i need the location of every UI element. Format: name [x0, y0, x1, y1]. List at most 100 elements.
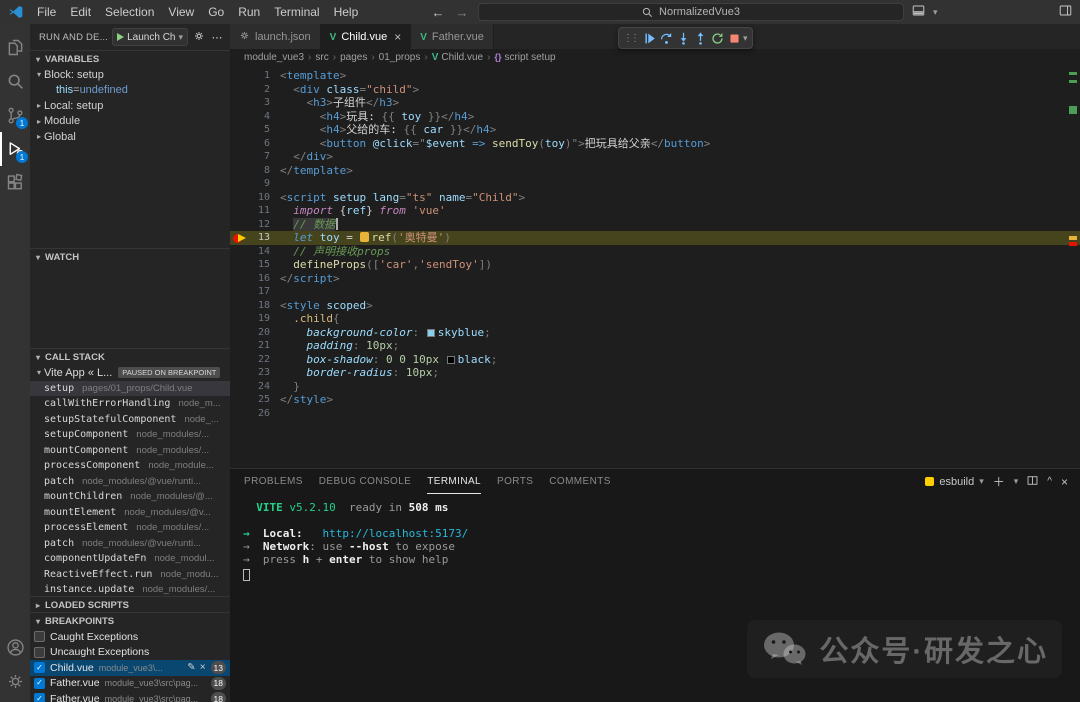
stack-frame[interactable]: instance.updatenode_modules/... [30, 582, 230, 596]
menu-view[interactable]: View [161, 5, 201, 19]
breadcrumb-label: Child.vue [441, 52, 483, 63]
menu-help[interactable]: Help [327, 5, 366, 19]
stack-frame[interactable]: processComponentnode_module... [30, 458, 230, 474]
close-panel-icon[interactable]: × [1061, 475, 1068, 489]
continue-button[interactable] [641, 29, 657, 47]
remove-breakpoint-icon[interactable]: × [200, 662, 206, 673]
line-number: 14 [246, 245, 270, 259]
menu-run[interactable]: Run [231, 5, 267, 19]
step-into-button[interactable] [675, 29, 691, 47]
step-out-button[interactable] [692, 29, 708, 47]
loaded-scripts-header[interactable]: ▸ LOADED SCRIPTS [30, 597, 230, 612]
back-arrow-icon[interactable]: ← [430, 5, 446, 20]
stack-frame[interactable]: setupComponentnode_modules/... [30, 427, 230, 443]
breadcrumb-item[interactable]: src [315, 52, 328, 63]
edit-breakpoint-icon[interactable]: ✎ [187, 662, 195, 673]
layout-icon[interactable] [1059, 4, 1072, 20]
panel-tab-debug-console[interactable]: DEBUG CONSOLE [319, 469, 411, 494]
menu-go[interactable]: Go [201, 5, 231, 19]
panel-tab-terminal[interactable]: TERMINAL [427, 469, 481, 494]
variable-scope[interactable]: ▸Global [30, 129, 230, 145]
call-stack-header[interactable]: ▾ CALL STACK [30, 349, 230, 365]
tab-father-vue[interactable]: VFather.vue [411, 24, 494, 49]
breakpoint-checkbox[interactable] [34, 631, 45, 642]
sidebar-item-explorer[interactable] [0, 30, 30, 64]
stack-frame[interactable]: patchnode_modules/@vue/runti... [30, 474, 230, 490]
terminal-process[interactable]: esbuild ▾ [925, 476, 983, 488]
variable-scope[interactable]: ▾Block: setup [30, 67, 230, 83]
stack-frame[interactable]: callWithErrorHandlingnode_m... [30, 396, 230, 412]
watch-header[interactable]: ▾ WATCH [30, 249, 230, 265]
variable-scope[interactable]: ▸Module [30, 114, 230, 130]
forward-arrow-icon[interactable]: → [454, 5, 470, 20]
debug-session-chevron-icon[interactable]: ▾ [743, 33, 748, 44]
variables-header[interactable]: ▾ VARIABLES [30, 51, 230, 67]
terminal-dropdown-icon[interactable]: ▾ [1014, 476, 1019, 487]
overview-ruler[interactable] [1067, 66, 1080, 468]
close-icon[interactable]: × [394, 30, 401, 44]
breakpoint-row[interactable]: Caught Exceptions [30, 629, 230, 645]
maximize-panel-icon[interactable]: ^ [1047, 476, 1052, 487]
panel-tab-ports[interactable]: PORTS [497, 469, 533, 494]
stack-frame[interactable]: ReactiveEffect.runnode_modu... [30, 567, 230, 583]
variable-scope[interactable]: ▸Local: setup [30, 98, 230, 114]
variable-name: this [56, 84, 73, 96]
code-line: 16</script> [230, 272, 1080, 286]
stack-frame[interactable]: mountElementnode_modules/@v... [30, 505, 230, 521]
start-debug-icon[interactable] [117, 33, 124, 41]
panel-tab-problems[interactable]: PROBLEMS [244, 469, 303, 494]
stop-button[interactable] [726, 29, 742, 47]
account-button[interactable] [0, 630, 30, 664]
sidebar-item-search[interactable] [0, 64, 30, 98]
restart-button[interactable] [709, 29, 725, 47]
tab-launch-json[interactable]: launch.json [230, 24, 321, 49]
stack-frame[interactable]: mountComponentnode_modules/... [30, 443, 230, 459]
breakpoint-checkbox[interactable]: ✓ [34, 693, 45, 702]
breakpoint-row[interactable]: Uncaught Exceptions [30, 645, 230, 661]
breakpoint-checkbox[interactable]: ✓ [34, 662, 45, 673]
breakpoints-header[interactable]: ▾ BREAKPOINTS [30, 613, 230, 629]
breakpoint-checkbox[interactable] [34, 647, 45, 658]
tab-child-vue[interactable]: VChild.vue× [321, 24, 412, 49]
chevron-right-icon: ▸ [34, 101, 44, 110]
debug-settings-gear-icon[interactable] [192, 30, 206, 45]
breadcrumb-item[interactable]: {}script setup [494, 52, 555, 63]
launch-config-dropdown[interactable]: Launch Ch ▾ [112, 28, 188, 46]
breadcrumb-item[interactable]: 01_props [379, 52, 421, 63]
breadcrumb-item[interactable]: VChild.vue [432, 52, 483, 63]
breadcrumb-item[interactable]: module_vue3 [244, 52, 304, 63]
stack-frame[interactable]: patchnode_modules/@vue/runti... [30, 536, 230, 552]
settings-button[interactable] [0, 664, 30, 698]
stack-frame[interactable]: processElementnode_modules/... [30, 520, 230, 536]
stack-frame[interactable]: setuppages/01_props/Child.vue [30, 381, 230, 397]
sidebar-item-extensions[interactable] [0, 166, 30, 200]
menu-edit[interactable]: Edit [63, 5, 98, 19]
menu-file[interactable]: File [30, 5, 63, 19]
step-over-button[interactable] [658, 29, 674, 47]
panel-layout-icon[interactable] [912, 4, 925, 20]
split-terminal-icon[interactable] [1027, 475, 1038, 489]
sidebar-item-source-control[interactable]: 1 [0, 98, 30, 132]
stack-frame[interactable]: setupStatefulComponentnode_... [30, 412, 230, 428]
stack-frame[interactable]: mountChildrennode_modules/@... [30, 489, 230, 505]
drag-handle-icon[interactable]: ⋮⋮ [623, 33, 637, 44]
breakpoint-row[interactable]: ✓Father.vuemodule_vue3\src\pag...18 [30, 676, 230, 692]
vue-icon: V [432, 52, 439, 63]
panel-tab-comments[interactable]: COMMENTS [549, 469, 611, 494]
stack-frame[interactable]: componentUpdateFnnode_modul... [30, 551, 230, 567]
breakpoint-row[interactable]: ✓Father.vuemodule_vue3\src\pag...18 [30, 691, 230, 702]
command-center[interactable]: NormalizedVue3 [478, 3, 904, 21]
code-editor[interactable]: 1<template>2 <div class="child">3 <h3>子组… [230, 66, 1080, 468]
terminal-output[interactable]: VITE v5.2.10 ready in 508 ms→ Local: htt… [230, 494, 1080, 581]
sidebar-item-run-debug[interactable]: 1 [0, 132, 30, 166]
breadcrumb-item[interactable]: pages [340, 52, 367, 63]
new-terminal-icon[interactable]: ＋ [993, 473, 1005, 490]
menu-terminal[interactable]: Terminal [267, 5, 326, 19]
breakpoint-row[interactable]: ✓Child.vuemodule_vue3\...✎×13 [30, 660, 230, 676]
layout-dropdown-icon[interactable]: ▾ [933, 7, 938, 18]
breakpoint-checkbox[interactable]: ✓ [34, 678, 45, 689]
views-more-icon[interactable]: ⋯ [210, 31, 224, 44]
menu-selection[interactable]: Selection [98, 5, 161, 19]
debug-session-row[interactable]: ▾ Vite App « L... PAUSED ON BREAKPOINT [30, 365, 230, 381]
variable-item[interactable]: this = undefined [30, 83, 230, 99]
